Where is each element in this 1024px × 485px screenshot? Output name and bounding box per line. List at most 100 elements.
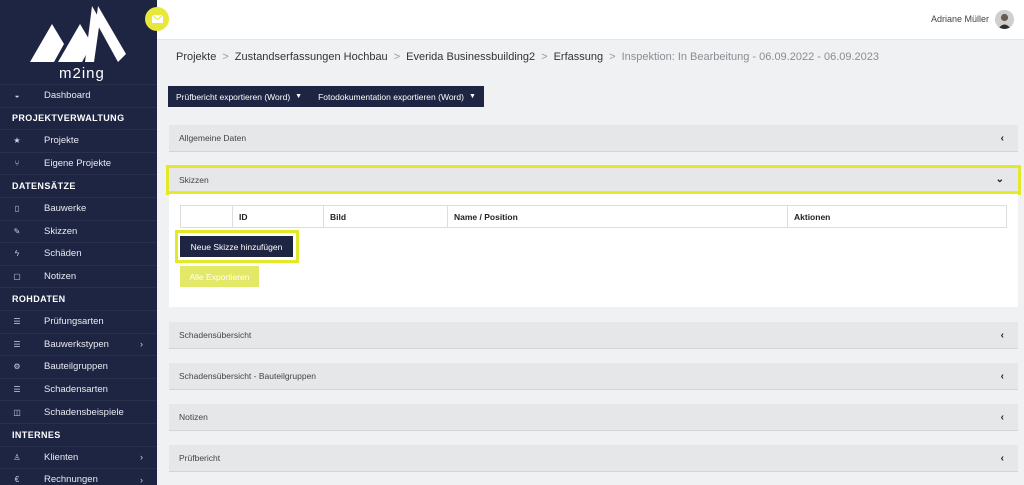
envelope-icon (151, 15, 163, 23)
edit-icon: ✎ (13, 226, 21, 236)
panel-schadensuebersicht-bauteilgruppen[interactable]: Schadensübersicht - Bauteilgruppen ‹ (169, 363, 1018, 390)
sidebar-item-label: Rechnungen (44, 474, 98, 485)
sidebar-item-pruefungsarten[interactable]: ☰ Prüfungsarten (0, 309, 157, 333)
panel-title: Schadensübersicht (179, 330, 252, 340)
sidebar-item-label: Projekte (44, 135, 79, 147)
sidebar-item-label: Notizen (44, 271, 77, 283)
sidebar-item-dashboard[interactable]: ◒ Dashboard (0, 84, 157, 107)
chevron-down-icon: ⌄ (995, 174, 1004, 185)
list-icon: ☰ (13, 385, 21, 395)
sidebar-item-label: Schäden (44, 248, 82, 260)
panel-allgemeine-daten[interactable]: Allgemeine Daten ‹ (169, 125, 1018, 152)
logo-mark-icon (30, 6, 126, 62)
sidebar-item-rechnungen[interactable]: € Rechnungen › (0, 468, 157, 485)
button-label: Prüfbericht exportieren (Word) (176, 91, 291, 102)
panel-title: Prüfbericht (179, 453, 221, 463)
mail-button[interactable] (145, 7, 169, 31)
chevron-left-icon: ‹ (1000, 330, 1004, 341)
table-header-name-position[interactable]: Name / Position (448, 206, 788, 227)
panel-title: Allgemeine Daten (179, 133, 247, 143)
breadcrumb-item-everida[interactable]: Everida Businessbuilding2 (406, 51, 535, 63)
logo-text: m2ing (59, 65, 105, 82)
sidebar-item-label: Prüfungsarten (44, 316, 104, 328)
panel-notizen[interactable]: Notizen ‹ (169, 404, 1018, 431)
sidebar-item-label: Bauwerke (44, 203, 87, 215)
panel-title: Schadensübersicht - Bauteilgruppen (179, 371, 317, 381)
chevron-left-icon: ‹ (1000, 453, 1004, 464)
sidebar-item-skizzen[interactable]: ✎ Skizzen (0, 219, 157, 243)
sidebar-item-label: Skizzen (44, 225, 78, 237)
chevron-right-icon: › (140, 339, 143, 350)
branch-icon: ⑂ (14, 159, 20, 169)
breadcrumb-separator: > (541, 51, 548, 63)
user-avatar-icon (995, 10, 1014, 29)
logo[interactable]: m2ing (0, 0, 157, 84)
sidebar-item-bauteilgruppen[interactable]: ⚙ Bauteilgruppen (0, 355, 157, 378)
sidebar-item-bauwerke[interactable]: ▯ Bauwerke (0, 196, 157, 220)
building-icon: ▯ (14, 204, 20, 214)
avatar[interactable] (995, 10, 1014, 29)
sidebar-item-label: Klienten (44, 451, 79, 463)
panel-skizzen[interactable]: Skizzen ⌄ (166, 165, 1021, 195)
breadcrumb-current: Inspektion: In Bearbeitung - 06.09.2022 … (621, 51, 880, 63)
export-all-button[interactable]: Alle Exportieren (180, 266, 259, 287)
table-header-select (181, 206, 233, 227)
breadcrumb-item-projekte[interactable]: Projekte (176, 51, 216, 63)
add-sketch-button[interactable]: Neue Skizze hinzufügen (180, 236, 293, 257)
sidebar-item-schadensarten[interactable]: ☰ Schadensarten (0, 377, 157, 401)
sidebar-section-title: PROJEKTVERWALTUNG (0, 106, 157, 130)
sidebar-item-schadensbeispiele[interactable]: ◫ Schadensbeispiele (0, 400, 157, 423)
sketch-table: ID Bild Name / Position Aktionen (180, 205, 1007, 228)
sidebar-item-bauwerkstypen[interactable]: ☰ Bauwerkstypen › (0, 332, 157, 356)
person-icon: ♙ (13, 452, 21, 462)
breadcrumb-item-zustandserfassungen[interactable]: Zustandserfassungen Hochbau (235, 51, 388, 63)
breadcrumb-separator: > (222, 51, 229, 63)
sidebar-item-notizen[interactable]: ▢ Notizen (0, 264, 157, 288)
table-header-id[interactable]: ID (233, 206, 324, 227)
export-word-report-button[interactable]: Prüfbericht exportieren (Word) ▼ (168, 86, 311, 107)
breadcrumb-item-erfassung[interactable]: Erfassung (554, 51, 604, 63)
chevron-right-icon: › (140, 452, 143, 463)
chevron-right-icon: › (140, 474, 143, 485)
star-icon: ★ (13, 136, 21, 146)
sidebar-item-label: Schadensbeispiele (44, 406, 124, 418)
chevron-left-icon: ‹ (1000, 412, 1004, 423)
columns-icon: ◫ (13, 407, 21, 417)
sidebar-item-label: Bauwerkstypen (44, 338, 109, 350)
sidebar-item-label: Dashboard (44, 90, 91, 102)
panel-pruefbericht[interactable]: Prüfbericht ‹ (169, 445, 1018, 472)
panel-title: Notizen (179, 412, 208, 422)
cogs-icon: ⚙ (13, 362, 21, 372)
euro-icon: € (14, 475, 20, 485)
sidebar-item-schaeden[interactable]: ϟ Schäden (0, 242, 157, 265)
chevron-left-icon: ‹ (1000, 371, 1004, 382)
breadcrumb-separator: > (609, 51, 616, 63)
chevron-left-icon: ‹ (1000, 133, 1004, 144)
sidebar-section-title: DATENSÄTZE (0, 174, 157, 197)
sidebar-item-projekte[interactable]: ★ Projekte (0, 129, 157, 152)
sidebar: m2ing ◒ Dashboard PROJEKTVERWALTUNG ★ Pr… (0, 0, 157, 485)
button-label: Fotodokumentation exportieren (Word) (318, 91, 464, 102)
sidebar-item-klienten[interactable]: ♙ Klienten › (0, 445, 157, 469)
table-header-bild[interactable]: Bild (324, 206, 448, 227)
panel-schadensuebersicht[interactable]: Schadensübersicht ‹ (169, 322, 1018, 349)
sidebar-item-label: Bauteilgruppen (44, 361, 108, 373)
export-photo-doc-button[interactable]: Fotodokumentation exportieren (Word) ▼ (310, 86, 484, 107)
table-header-row: ID Bild Name / Position Aktionen (181, 206, 1006, 227)
breadcrumb: Projekte > Zustandserfassungen Hochbau > Eve… (176, 51, 879, 63)
table-header-aktionen: Aktionen (794, 211, 831, 222)
sidebar-section-title: INTERNES (0, 422, 157, 446)
sidebar-item-label: Eigene Projekte (44, 158, 112, 170)
panel-title: Skizzen (179, 174, 209, 185)
sidebar-section-title: ROHDATEN (0, 287, 157, 310)
user-name[interactable]: Adriane Müller (931, 14, 989, 24)
file-icon: ▢ (13, 272, 21, 282)
bolt-icon: ϟ (14, 249, 20, 259)
list-icon: ☰ (13, 317, 21, 327)
list-icon: ☰ (13, 339, 21, 349)
sidebar-item-eigene-projekte[interactable]: ⑂ Eigene Projekte (0, 151, 157, 175)
caret-down-icon: ▼ (468, 93, 476, 100)
caret-down-icon: ▼ (295, 93, 303, 100)
breadcrumb-separator: > (393, 51, 401, 63)
topbar: Adriane Müller (145, 0, 1024, 40)
